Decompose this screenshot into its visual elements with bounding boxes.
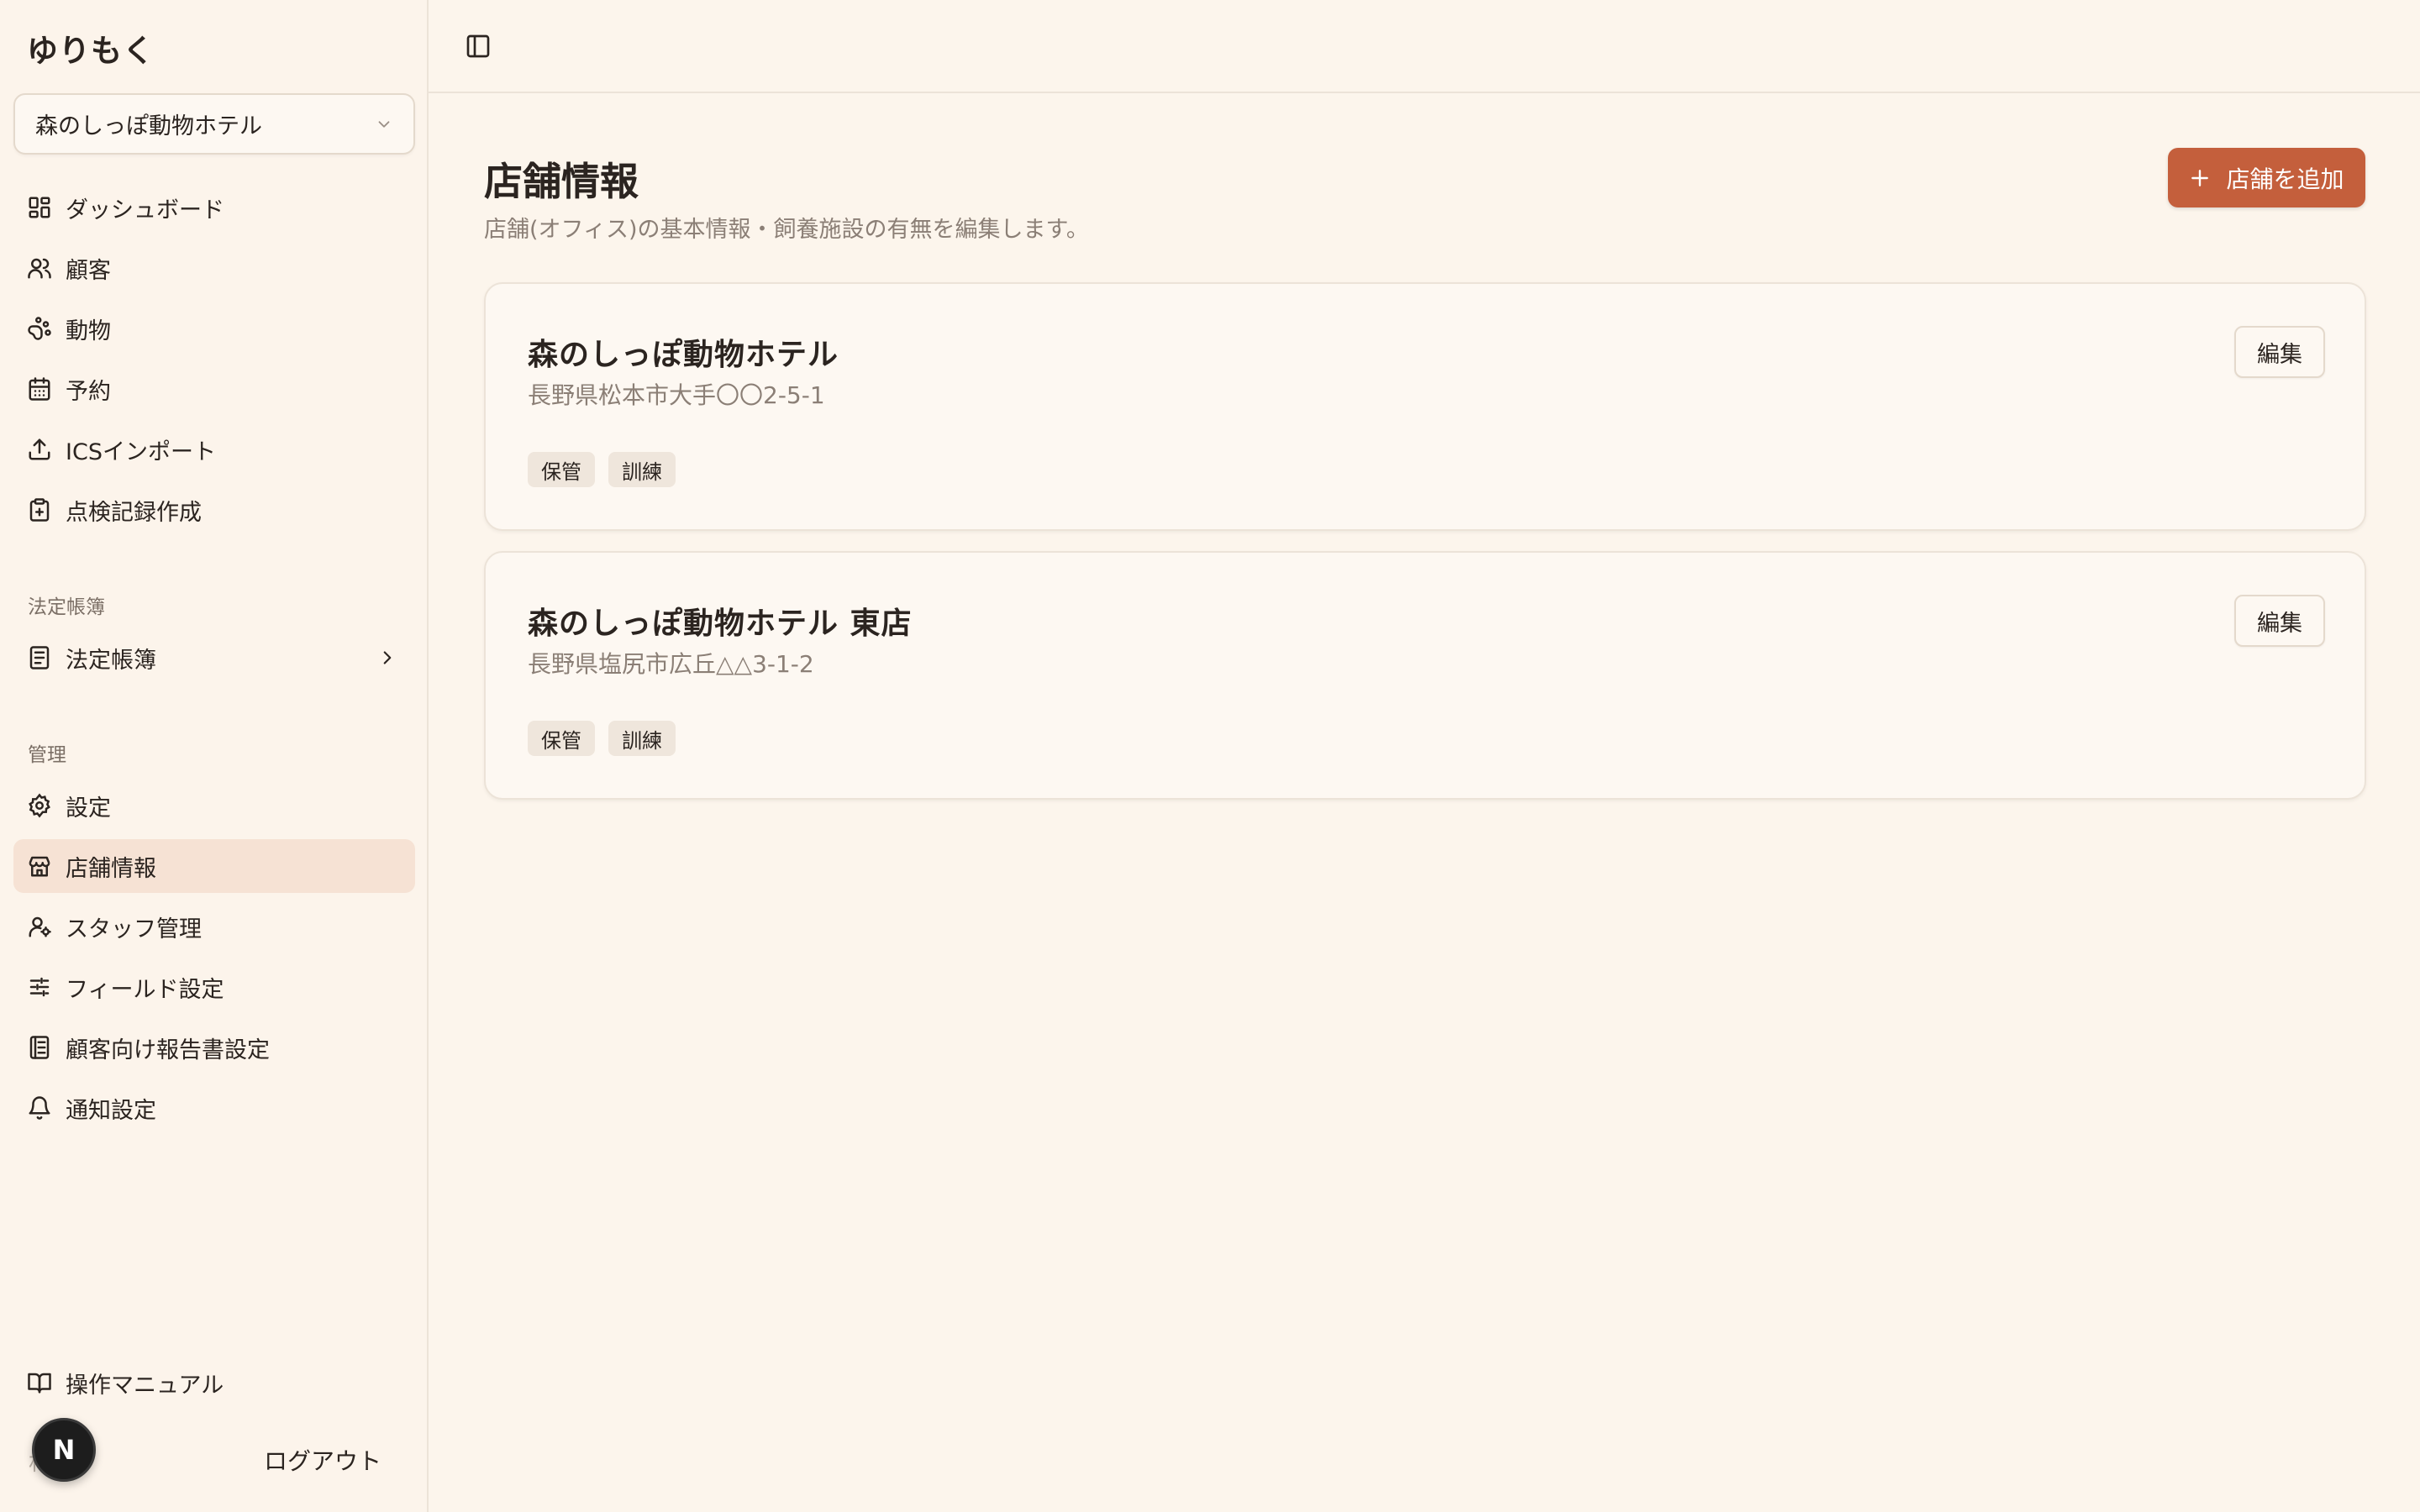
nav-label: 動物 <box>66 318 111 344</box>
facility-tag: 保管 <box>528 721 595 756</box>
book-icon <box>28 1373 51 1394</box>
page-title: 店舗情報 <box>484 159 639 204</box>
nav-item-store-info[interactable]: 店舗情報 <box>13 839 415 893</box>
nav-label: 点検記録作成 <box>66 499 202 526</box>
nav-item-customers[interactable]: 顧客 <box>13 241 415 295</box>
ledger-icon <box>29 646 50 669</box>
nav-item-dashboard[interactable]: ダッシュボード <box>13 181 415 234</box>
edit-store-button[interactable]: 編集 <box>2234 595 2325 647</box>
bell-icon <box>29 1096 50 1120</box>
plus-icon <box>2191 169 2209 186</box>
nav-item-notification-settings[interactable]: 通知設定 <box>13 1081 415 1135</box>
store-selector[interactable]: 森のしっぽ動物ホテル <box>13 93 415 155</box>
nav-item-field-settings[interactable]: フィールド設定 <box>13 960 415 1014</box>
nav-label: 通知設定 <box>66 1097 156 1124</box>
nav-item-animals[interactable]: 動物 <box>13 302 415 355</box>
nav-label: 操作マニュアル <box>66 1372 224 1399</box>
ledger-nav: 法定帳簿 <box>13 631 415 691</box>
nav-item-reservations[interactable]: 予約 <box>13 362 415 416</box>
sidebar-toggle-icon <box>466 34 490 58</box>
section-label-ledger: 法定帳簿 <box>28 596 105 618</box>
store-name: 森のしっぽ動物ホテル 東店 <box>528 606 913 641</box>
logout-button[interactable]: ログアウト <box>264 1443 381 1477</box>
paw-icon <box>28 317 51 340</box>
sliders-icon <box>29 977 50 997</box>
nav-label: 法定帳簿 <box>66 647 156 674</box>
brand-logo[interactable]: ゆりもく <box>27 25 155 71</box>
page-description: 店舗(オフィス)の基本情報・飼養施設の有無を編集します。 <box>484 217 1089 243</box>
nav-item-ics-import[interactable]: ICSインポート <box>13 423 415 476</box>
section-label-admin: 管理 <box>28 744 66 766</box>
upload-icon <box>29 438 50 460</box>
nav-item-inspection-record[interactable]: 点検記録作成 <box>13 483 415 537</box>
store-icon <box>29 856 50 877</box>
chevron-right-icon <box>383 651 392 664</box>
facility-tag: 訓練 <box>608 721 676 756</box>
nav-label: 予約 <box>66 378 111 405</box>
main-nav: ダッシュボード 顧客 動物 予約 ICSインポート 点検記録作成 <box>13 181 415 543</box>
nav-label: 顧客向け報告書設定 <box>66 1037 270 1063</box>
edit-store-button[interactable]: 編集 <box>2234 326 2325 378</box>
nav-label: スタッフ管理 <box>66 916 202 942</box>
chevron-down-icon <box>378 120 390 128</box>
store-name: 森のしっぽ動物ホテル <box>528 338 839 372</box>
facility-tag: 訓練 <box>608 452 676 487</box>
admin-nav: 設定 店舗情報 スタッフ管理 フィールド設定 顧客向け報告書設定 通知設定 <box>13 779 415 1142</box>
avatar[interactable]: N <box>32 1418 96 1482</box>
calendar-icon <box>29 377 50 401</box>
gear-icon <box>29 793 50 818</box>
sidebar-toggle-button[interactable] <box>462 30 494 62</box>
facility-tag: 保管 <box>528 452 595 487</box>
nav-label: 店舗情報 <box>66 855 156 882</box>
store-card: 森のしっぽ動物ホテル 長野県松本市大手〇〇2-5-1 保管 訓練 編集 <box>484 282 2366 531</box>
store-address: 長野県塩尻市広丘△△3-1-2 <box>528 650 814 678</box>
nav-label: ICSインポート <box>66 438 216 465</box>
report-icon <box>29 1036 50 1059</box>
store-card: 森のしっぽ動物ホテル 東店 長野県塩尻市広丘△△3-1-2 保管 訓練 編集 <box>484 551 2366 800</box>
top-bar <box>429 0 2420 93</box>
nav-item-report-settings[interactable]: 顧客向け報告書設定 <box>13 1021 415 1074</box>
nav-item-manual[interactable]: 操作マニュアル <box>13 1356 415 1410</box>
manual-nav: 操作マニュアル <box>13 1356 415 1416</box>
nav-label: ダッシュボード <box>66 197 224 223</box>
facility-tags: 保管 訓練 <box>528 452 676 487</box>
clipboard-icon <box>29 498 50 522</box>
nav-item-settings[interactable]: 設定 <box>13 779 415 832</box>
nav-label: 顧客 <box>66 257 111 284</box>
dashboard-icon <box>29 197 50 218</box>
nav-item-legal-ledger[interactable]: 法定帳簿 <box>13 631 415 685</box>
nav-label: フィールド設定 <box>66 976 224 1003</box>
add-store-label: 店舗を追加 <box>2226 165 2344 193</box>
sidebar: ゆりもく 森のしっぽ動物ホテル ダッシュボード 顧客 動物 予約 ICSインポー… <box>0 0 429 1512</box>
store-address: 長野県松本市大手〇〇2-5-1 <box>528 381 825 409</box>
nav-item-staff[interactable]: スタッフ管理 <box>13 900 415 953</box>
nav-label: 設定 <box>66 795 111 822</box>
facility-tags: 保管 訓練 <box>528 721 676 756</box>
store-selector-value: 森のしっぽ動物ホテル <box>35 113 262 139</box>
user-gear-icon <box>29 916 51 937</box>
users-icon <box>28 258 51 279</box>
add-store-button[interactable]: 店舗を追加 <box>2168 148 2365 207</box>
